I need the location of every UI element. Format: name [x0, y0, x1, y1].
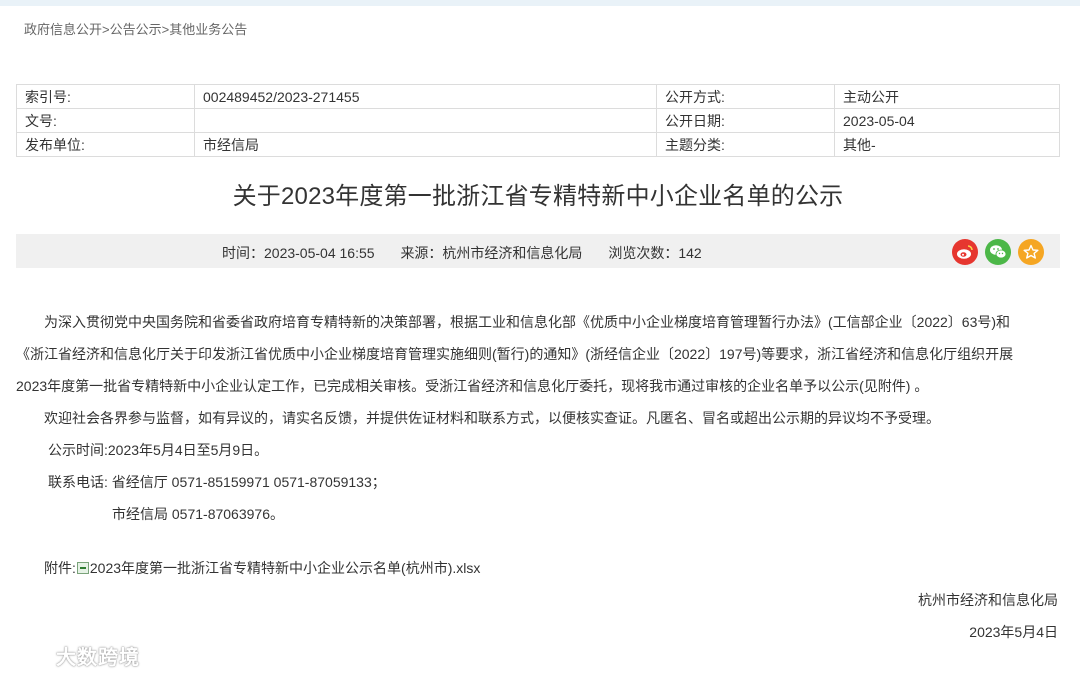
paragraph: 《浙江省经济和信息化厅关于印发浙江省优质中小企业梯度培育管理实施细则(暂行)的通…	[16, 346, 1014, 362]
attachment-link[interactable]: 2023年度第一批浙江省专精特新中小企业公示名单(杭州市).xlsx	[90, 558, 480, 578]
table-row: 索引号: 002489452/2023-271455 公开方式: 主动公开	[16, 84, 1060, 109]
table-row: 发布单位: 市经信局 主题分类: 其他-	[16, 132, 1060, 157]
breadcrumb-separator: >	[102, 22, 110, 37]
paragraph: 公示时间:2023年5月4日至5月9日。	[48, 442, 269, 458]
watermark-text: 大数跨境	[56, 647, 140, 669]
topic-label: 主题分类:	[656, 132, 835, 157]
docno-value	[194, 108, 657, 133]
breadcrumb-other-business[interactable]: 其他业务公告	[169, 22, 247, 37]
source: 来源：杭州市经济和信息化局	[400, 245, 583, 261]
document-meta-table: 索引号: 002489452/2023-271455 公开方式: 主动公开 文号…	[16, 84, 1060, 157]
weibo-icon[interactable]	[952, 239, 978, 265]
table-row: 文号: 公开日期: 2023-05-04	[16, 108, 1060, 133]
breadcrumb-gov-info[interactable]: 政府信息公开	[24, 22, 102, 37]
topic-value: 其他-	[834, 132, 1060, 157]
breadcrumb: 政府信息公开>公告公示>其他业务公告	[24, 19, 247, 38]
wechat-icon[interactable]	[985, 239, 1011, 265]
watermark-logo-icon	[12, 646, 49, 664]
top-bar	[0, 0, 1080, 6]
watermark: 大数跨境	[10, 641, 140, 670]
signature-date: 2023年5月4日	[969, 624, 1058, 640]
method-value: 主动公开	[834, 84, 1060, 109]
view-count: 浏览次数：142	[608, 245, 702, 261]
paragraph: 市经信局 0571-87063976。	[112, 506, 284, 522]
date-label: 公开日期:	[656, 108, 835, 133]
breadcrumb-announcements[interactable]: 公告公示	[110, 22, 162, 37]
attachment: 附件: 2023年度第一批浙江省专精特新中小企业公示名单(杭州市).xlsx	[44, 558, 480, 578]
index-label: 索引号:	[16, 84, 195, 109]
docno-label: 文号:	[16, 108, 195, 133]
excel-file-icon	[76, 562, 89, 574]
page-title: 关于2023年度第一批浙江省专精特新中小企业名单的公示	[232, 183, 844, 210]
paragraph: 欢迎社会各界参与监督，如有异议的，请实名反馈，并提供佐证材料和联系方式，以便核实…	[44, 410, 940, 426]
index-value: 002489452/2023-271455	[194, 84, 657, 109]
date-value: 2023-05-04	[834, 108, 1060, 133]
paragraph: 2023年度第一批省专精特新中小企业认定工作，已完成相关审核。受浙江省经济和信息…	[16, 378, 929, 394]
attachment-label: 附件:	[44, 560, 76, 576]
method-label: 公开方式:	[656, 84, 835, 109]
favorite-icon[interactable]	[1018, 239, 1044, 265]
publisher-value: 市经信局	[194, 132, 657, 157]
paragraph: 为深入贯彻党中央国务院和省委省政府培育专精特新的决策部署，根据工业和信息化部《优…	[44, 314, 1011, 330]
paragraph: 联系电话: 省经信厅 0571-85159971 0571-87059133；	[48, 474, 386, 490]
info-text: 时间：2023-05-04 16:55 来源：杭州市经济和信息化局 浏览次数：1…	[222, 243, 724, 263]
signature-org: 杭州市经济和信息化局	[918, 592, 1058, 608]
info-bar: 时间：2023-05-04 16:55 来源：杭州市经济和信息化局 浏览次数：1…	[16, 234, 1060, 268]
article-body: 为深入贯彻党中央国务院和省委省政府培育专精特新的决策部署，根据工业和信息化部《优…	[16, 306, 1066, 530]
publisher-label: 发布单位:	[16, 132, 195, 157]
publish-time: 时间：2023-05-04 16:55	[222, 245, 375, 261]
